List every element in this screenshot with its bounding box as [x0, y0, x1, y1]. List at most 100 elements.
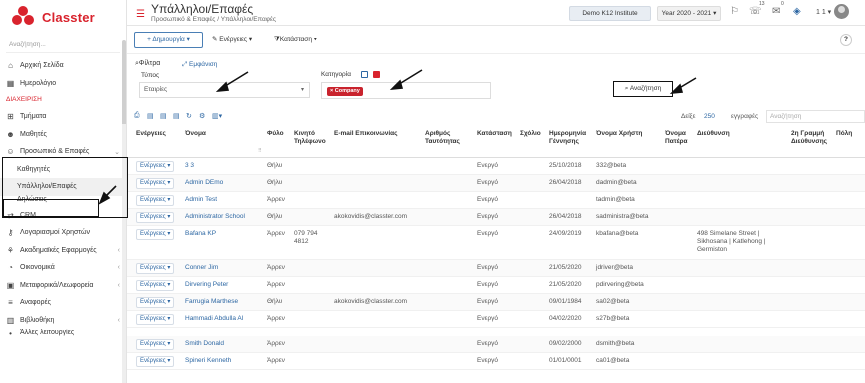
sidebar-item-transport[interactable]: ▣ Μεταφορικά/Λεωφορεία ‹	[0, 277, 126, 295]
filters-toggle[interactable]: ⤢ Εμφάνιση	[182, 61, 217, 69]
row-actions-button[interactable]: Ενέργειες ▾	[136, 280, 175, 291]
filters-panel: ⌕Φίλτρα ⤢ Εμφάνιση Τύπος Εταιρίες ▾ Κατηγ…	[127, 54, 865, 109]
category-input[interactable]: × Company	[321, 82, 491, 99]
row-name-link[interactable]: Hammadi Abdulla Al	[185, 315, 243, 323]
sidebar-item-finance[interactable]: ◔ Οικονομικά ‹	[0, 259, 126, 277]
print-icon[interactable]: ⎙	[134, 112, 140, 120]
category-chip[interactable]: × Company	[327, 87, 363, 96]
col-actions[interactable]: Ενέργειες	[136, 130, 166, 138]
row-actions-button[interactable]: Ενέργειες ▾	[136, 263, 175, 274]
sidebar-item-home[interactable]: ⌂ Αρχική Σελίδα	[0, 57, 126, 75]
sidebar-item-students[interactable]: ☻ Μαθητές	[0, 126, 126, 144]
help-button[interactable]: ?	[840, 34, 852, 46]
menu-icon[interactable]: ☰	[136, 9, 145, 20]
breadcrumb[interactable]: Προσωπικό & Επαφές / Υπάλληλοι/Επαφές	[151, 16, 276, 23]
notifications-icon[interactable]: ☏	[749, 6, 762, 17]
layers-icon[interactable]: ◈	[793, 6, 801, 17]
table-row[interactable]: Ενέργειες ▾ Conner Jim Άρρεν Ενεργό 21/05/20…	[127, 260, 865, 277]
app-logo[interactable]: Classter	[0, 0, 126, 34]
column-resize-icon[interactable]: ⠿	[258, 148, 262, 154]
sidebar-item-declarations[interactable]: Δηλώσεις	[0, 196, 126, 207]
row-name-link[interactable]: Smith Donald	[185, 340, 224, 348]
row-actions-button[interactable]: Ενέργειες ▾	[136, 212, 175, 223]
sidebar-item-reports[interactable]: ≡ Αναφορές	[0, 294, 126, 312]
status-dropdown[interactable]: ⧩Κατάσταση ▾	[274, 32, 317, 48]
table-row[interactable]: Ενέργειες ▾ Smith Donald Άρρεν Ενεργό 09/02/…	[127, 336, 865, 353]
page-size-select[interactable]: 250	[704, 113, 715, 120]
table-row[interactable]: Ενέργειες ▾ Dirvering Peter Άρρεν Ενεργό 21/…	[127, 277, 865, 294]
year-selector[interactable]: Year 2020 - 2021 ▾	[657, 6, 721, 21]
row-name-link[interactable]: Admin Test	[185, 196, 217, 204]
export-icon[interactable]: ▤	[147, 112, 154, 120]
col-father-name[interactable]: Όνομα Πατέρα	[665, 130, 693, 145]
col-address-2[interactable]: 2η Γραμμή Διεύθυνσης	[791, 130, 835, 145]
sidebar-item-user-accounts[interactable]: ⚷ Λογαριασμοί Χρηστών	[0, 224, 126, 242]
row-name-link[interactable]: Dirvering Peter	[185, 281, 228, 289]
sidebar-item-calendar[interactable]: ▦ Ημερολόγιο	[0, 75, 126, 93]
institute-selector[interactable]: Demo K12 Institute	[569, 6, 651, 21]
create-button[interactable]: + Δημιουργία ▾	[134, 32, 203, 48]
col-address[interactable]: Διεύθυνση	[697, 130, 730, 138]
col-city[interactable]: Πόλη	[836, 130, 852, 138]
clear-category-icon[interactable]	[373, 71, 380, 78]
export-pdf-icon[interactable]: ▤	[160, 112, 167, 120]
row-actions-button[interactable]: Ενέργειες ▾	[136, 297, 175, 308]
mail-icon[interactable]: ✉	[772, 6, 780, 17]
col-comment[interactable]: Σχόλιο	[520, 130, 541, 138]
row-actions-button[interactable]: Ενέργειες ▾	[136, 195, 175, 206]
sidebar-item-academic[interactable]: ⚘ Ακαδημαϊκές Εφαρμογές ‹	[0, 242, 126, 260]
sidebar-item-library[interactable]: ▥ Βιβλιοθήκη ‹	[0, 312, 126, 330]
row-name-link[interactable]: 3 3	[185, 162, 194, 170]
row-name-link[interactable]: Administrator School	[185, 213, 245, 221]
col-id-number[interactable]: Αριθμός Ταυτότητας	[425, 130, 467, 145]
sidebar-item-classes[interactable]: ⊞ Τμήματα	[0, 108, 126, 126]
columns-icon[interactable]: ▥▾	[212, 112, 222, 120]
row-name-link[interactable]: Farrugia Marthese	[185, 298, 238, 306]
row-name-link[interactable]: Spineri Kenneth	[185, 357, 231, 365]
col-mobile[interactable]: Κινητό Τηλέφωνο	[294, 130, 326, 145]
export-excel-icon[interactable]: ▤	[173, 112, 180, 120]
sidebar-search-input[interactable]: Αναζήτηση...	[6, 39, 120, 53]
col-name[interactable]: Όνομα	[185, 130, 206, 138]
row-name-link[interactable]: Conner Jim	[185, 264, 218, 272]
actions-dropdown[interactable]: ✎ Ενέργειες ▾	[212, 32, 252, 48]
row-actions-button[interactable]: Ενέργειες ▾	[136, 229, 175, 240]
table-row[interactable]: Ενέργειες ▾ Farrugia Marthese Θήλυ akokovid…	[127, 294, 865, 311]
refresh-icon[interactable]: ↻	[186, 112, 192, 120]
table-row[interactable]: Ενέργειες ▾ Administrator School Θήλυ akoko…	[127, 209, 865, 226]
grid-search-input[interactable]: Αναζήτηση	[766, 110, 865, 123]
row-actions-button[interactable]: Ενέργειες ▾	[136, 339, 175, 350]
col-status[interactable]: Κατάσταση	[477, 130, 512, 138]
table-row[interactable]: Ενέργειες ▾ 3 3 Θήλυ Ενεργό 25/10/2018 332@be…	[127, 158, 865, 175]
table-row[interactable]: Ενέργειες ▾ Admin Test Άρρεν Ενεργό tadmin@b…	[127, 192, 865, 209]
user-menu[interactable]: 1 1 ▾	[816, 8, 831, 16]
table-row[interactable]: Ενέργειες ▾ Admin DEmo Θήλυ Ενεργό 26/04/201…	[127, 175, 865, 192]
sidebar-item-staff[interactable]: ☺ Προσωπικό & Επαφές ⌄	[0, 143, 126, 161]
row-name-link[interactable]: Admin DEmo	[185, 179, 223, 187]
col-email[interactable]: E-mail Επικοινωνίας	[334, 130, 398, 138]
row-actions-button[interactable]: Ενέργειες ▾	[136, 161, 175, 172]
row-actions-button[interactable]: Ενέργειες ▾	[136, 314, 175, 325]
row-actions-button[interactable]: Ενέργειες ▾	[136, 356, 175, 367]
table-scrollbar[interactable]	[122, 124, 126, 383]
search-button[interactable]: ⌕ Αναζήτηση	[613, 81, 673, 97]
flag-icon[interactable]: ⚐	[730, 6, 739, 17]
row-actions-button[interactable]: Ενέργειες ▾	[136, 178, 175, 189]
row-name-link[interactable]: Bafana KP	[185, 230, 216, 238]
table-row[interactable]: Ενέργειες ▾ Spineri Kenneth Άρρεν Ενεργό 01/…	[127, 353, 865, 370]
col-gender[interactable]: Φύλο	[267, 130, 284, 138]
row-mobile: 079 794 4812	[294, 230, 318, 245]
type-select[interactable]: Εταιρίες ▾	[139, 82, 310, 98]
edit-category-icon[interactable]	[361, 71, 368, 78]
table-row[interactable]: Ενέργειες ▾ Bafana KP Άρρεν 079 794 4812 Ενε…	[127, 226, 865, 260]
sidebar-item-more[interactable]: • Άλλες λειτουργίες	[0, 329, 126, 337]
sidebar-item-crm[interactable]: ⇄ CRM	[0, 207, 126, 225]
col-dob[interactable]: Ημερομηνία Γέννησης	[549, 130, 594, 145]
settings-icon[interactable]: ⚙	[199, 112, 205, 120]
table-row[interactable]: Ενέργειες ▾ Hammadi Abdulla Al Άρρεν Ενεργό…	[127, 311, 865, 328]
avatar[interactable]	[834, 4, 849, 19]
sidebar-item-employees[interactable]: Υπάλληλοι/Επαφές	[0, 178, 126, 196]
row-dob: 09/01/1984	[549, 298, 582, 305]
sidebar-item-teachers[interactable]: Καθηγητές	[0, 161, 126, 179]
col-username[interactable]: Όνομα Χρήστη	[596, 130, 642, 138]
